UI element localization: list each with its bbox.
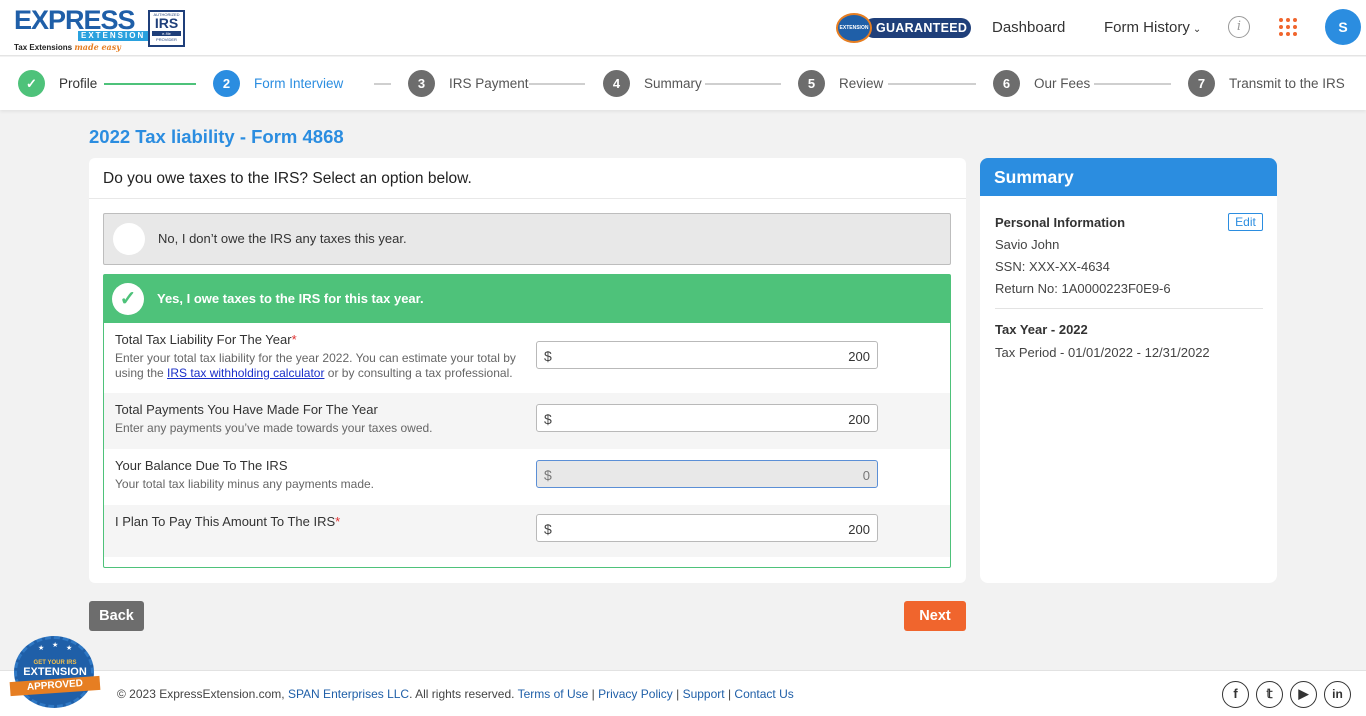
- plan-to-pay-input[interactable]: $ 200: [536, 514, 878, 542]
- total-tax-liability-input[interactable]: $ 200: [536, 341, 878, 369]
- field-label: I Plan To Pay This Amount To The IRS*: [115, 514, 341, 529]
- option-yes-taxes-owed: ✓ Yes, I owe taxes to the IRS for this t…: [103, 274, 951, 568]
- step-label: Form Interview: [254, 76, 344, 91]
- contact-link[interactable]: Contact Us: [734, 687, 793, 701]
- option-no-label: No, I don’t owe the IRS any taxes this y…: [158, 231, 407, 246]
- summary-panel: Summary Personal Information Edit Savio …: [980, 158, 1277, 583]
- span-enterprises-link[interactable]: SPAN Enterprises LLC: [288, 687, 409, 701]
- check-icon: ✓: [112, 283, 144, 315]
- step-connector: [529, 83, 585, 85]
- star-icon: ★: [52, 642, 59, 649]
- option-yes-label: Yes, I owe taxes to the IRS for this tax…: [157, 291, 424, 306]
- step-number: 7: [1188, 70, 1215, 97]
- step-label: Review: [839, 76, 884, 91]
- question-heading: Do you owe taxes to the IRS? Select an o…: [103, 170, 472, 187]
- privacy-link[interactable]: Privacy Policy: [598, 687, 673, 701]
- apps-grid-icon[interactable]: [1279, 18, 1297, 36]
- step-number: 6: [993, 70, 1020, 97]
- step-number: 3: [408, 70, 435, 97]
- logo-tagline: Tax Extensions made easy: [14, 42, 121, 52]
- field-help: Your total tax liability minus any payme…: [115, 477, 375, 491]
- tax-year-heading: Tax Year - 2022: [995, 322, 1088, 337]
- extension-approved-seal: EXTENSION: [836, 13, 872, 43]
- back-button[interactable]: Back: [89, 601, 144, 631]
- expressextension-logo[interactable]: EXPRESS EXTENSION Tax Extensions made ea…: [14, 5, 149, 52]
- step-label: Profile: [59, 76, 98, 91]
- step-connector: [888, 83, 976, 85]
- field-help: Enter your total tax liability for the y…: [115, 351, 516, 380]
- chevron-down-icon: ⌄: [1192, 24, 1202, 35]
- row-balance-due: Your Balance Due To The IRS Your total t…: [104, 449, 950, 505]
- support-link[interactable]: Support: [683, 687, 725, 701]
- star-icon: ★: [38, 645, 45, 652]
- step-number: 2: [213, 70, 240, 97]
- edit-button[interactable]: Edit: [1228, 213, 1263, 231]
- next-button[interactable]: Next: [904, 601, 966, 631]
- field-help: Enter any payments you’ve made towards y…: [115, 421, 433, 435]
- return-number: Return No: 1A0000223F0E9-6: [995, 281, 1171, 296]
- option-yes-header[interactable]: ✓ Yes, I owe taxes to the IRS for this t…: [104, 275, 950, 323]
- info-icon[interactable]: i: [1228, 16, 1250, 38]
- footer: © 2023 ExpressExtension.com, SPAN Enterp…: [0, 670, 1366, 716]
- logo-wordmark: EXPRESS: [14, 5, 136, 35]
- field-label: Total Payments You Have Made For The Yea…: [115, 402, 378, 417]
- row-total-liability: Total Tax Liability For The Year* Enter …: [104, 323, 950, 393]
- step-connector: [104, 83, 196, 85]
- summary-title: Summary: [980, 158, 1277, 196]
- progress-stepper: ✓ Profile 2 Form Interview 3 IRS Payment…: [0, 57, 1366, 110]
- personal-info-heading: Personal Information: [995, 215, 1126, 230]
- step-label: Transmit to the IRS: [1229, 76, 1345, 91]
- step-label: IRS Payment: [449, 76, 529, 91]
- page-title: 2022 Tax liability - Form 4868: [89, 126, 344, 147]
- taxpayer-ssn: SSN: XXX-XX-4634: [995, 259, 1110, 274]
- guaranteed-badge: GUARANTEED EXTENSION: [836, 13, 971, 43]
- divider: [995, 308, 1263, 309]
- terms-link[interactable]: Terms of Use: [518, 687, 589, 701]
- top-header: EXPRESS EXTENSION Tax Extensions made ea…: [0, 0, 1366, 56]
- user-avatar[interactable]: S: [1325, 9, 1361, 45]
- field-label: Your Balance Due To The IRS: [115, 458, 288, 473]
- step-number: 4: [603, 70, 630, 97]
- balance-due-readonly-field: $ 0: [536, 460, 878, 488]
- row-total-payments: Total Payments You Have Made For The Yea…: [104, 393, 950, 449]
- nav-form-history[interactable]: Form History ⌄: [1104, 19, 1201, 36]
- step-label: Our Fees: [1034, 76, 1091, 91]
- footer-copyright: © 2023 ExpressExtension.com, SPAN Enterp…: [117, 687, 794, 701]
- total-payments-input[interactable]: $ 200: [536, 404, 878, 432]
- radio-unselected[interactable]: [113, 223, 145, 255]
- facebook-icon[interactable]: f: [1222, 681, 1249, 708]
- linkedin-icon[interactable]: in: [1324, 681, 1351, 708]
- nav-dashboard[interactable]: Dashboard: [992, 19, 1065, 36]
- irs-authorized-provider-badge: AUTHORIZED IRS e-file PROVIDER: [148, 10, 185, 47]
- tax-period: Tax Period - 01/01/2022 - 12/31/2022: [995, 345, 1210, 360]
- divider: [89, 198, 966, 199]
- extension-approved-badge: ★ ★ ★ GET YOUR IRS EXTENSION APPROVED: [8, 636, 102, 712]
- guaranteed-label: GUARANTEED: [864, 18, 971, 38]
- option-no-taxes-owed[interactable]: No, I don’t owe the IRS any taxes this y…: [103, 213, 951, 265]
- step-connector: [374, 83, 391, 85]
- youtube-icon[interactable]: ▶: [1290, 681, 1317, 708]
- field-label: Total Tax Liability For The Year*: [115, 332, 297, 347]
- check-icon: ✓: [18, 70, 45, 97]
- step-connector: [705, 83, 781, 85]
- logo-subtitle: EXTENSION: [78, 31, 149, 41]
- step-label: Summary: [644, 76, 702, 91]
- step-number: 5: [798, 70, 825, 97]
- step-connector: [1094, 83, 1171, 85]
- twitter-icon[interactable]: 𝕥: [1256, 681, 1283, 708]
- tax-liability-card: Do you owe taxes to the IRS? Select an o…: [89, 158, 966, 583]
- row-plan-to-pay: I Plan To Pay This Amount To The IRS* $ …: [104, 505, 950, 557]
- taxpayer-name: Savio John: [995, 237, 1060, 252]
- irs-calculator-link[interactable]: IRS tax withholding calculator: [167, 366, 324, 380]
- star-icon: ★: [66, 645, 73, 652]
